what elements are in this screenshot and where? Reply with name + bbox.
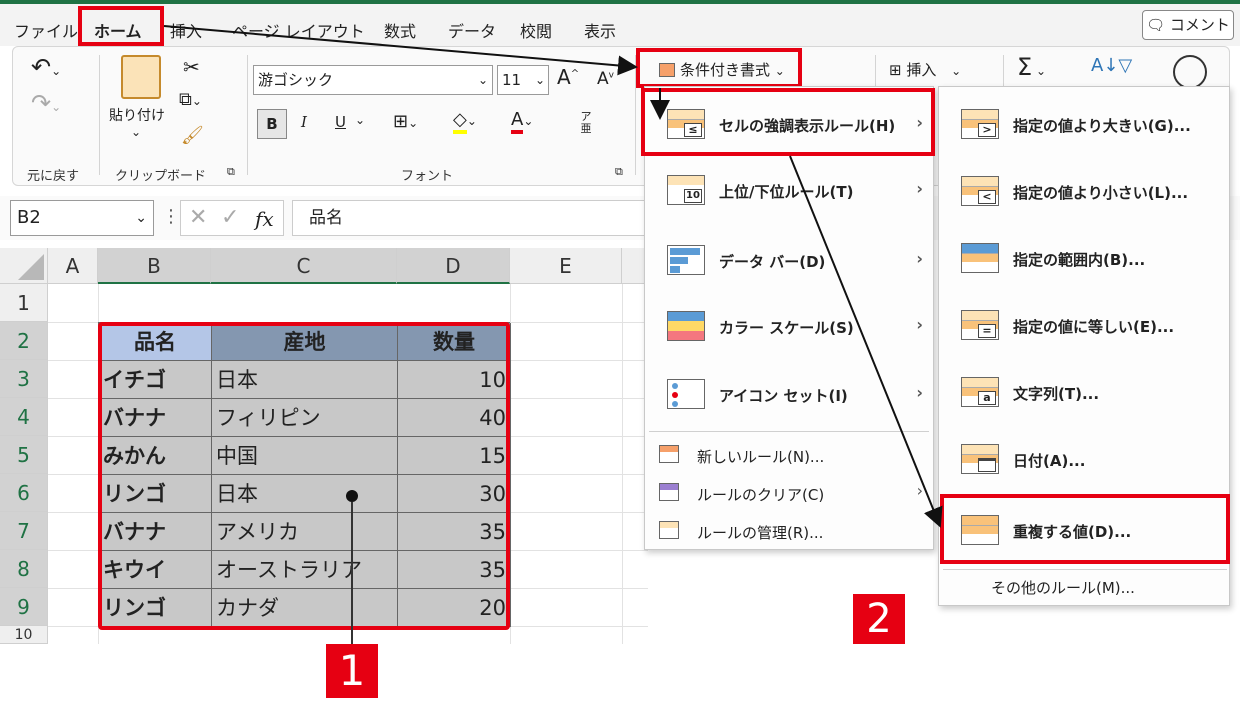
arrow-home-to-cf xyxy=(163,25,638,76)
arrow-rules-to-duplicate xyxy=(789,155,943,528)
annotation-arrows xyxy=(163,25,943,528)
